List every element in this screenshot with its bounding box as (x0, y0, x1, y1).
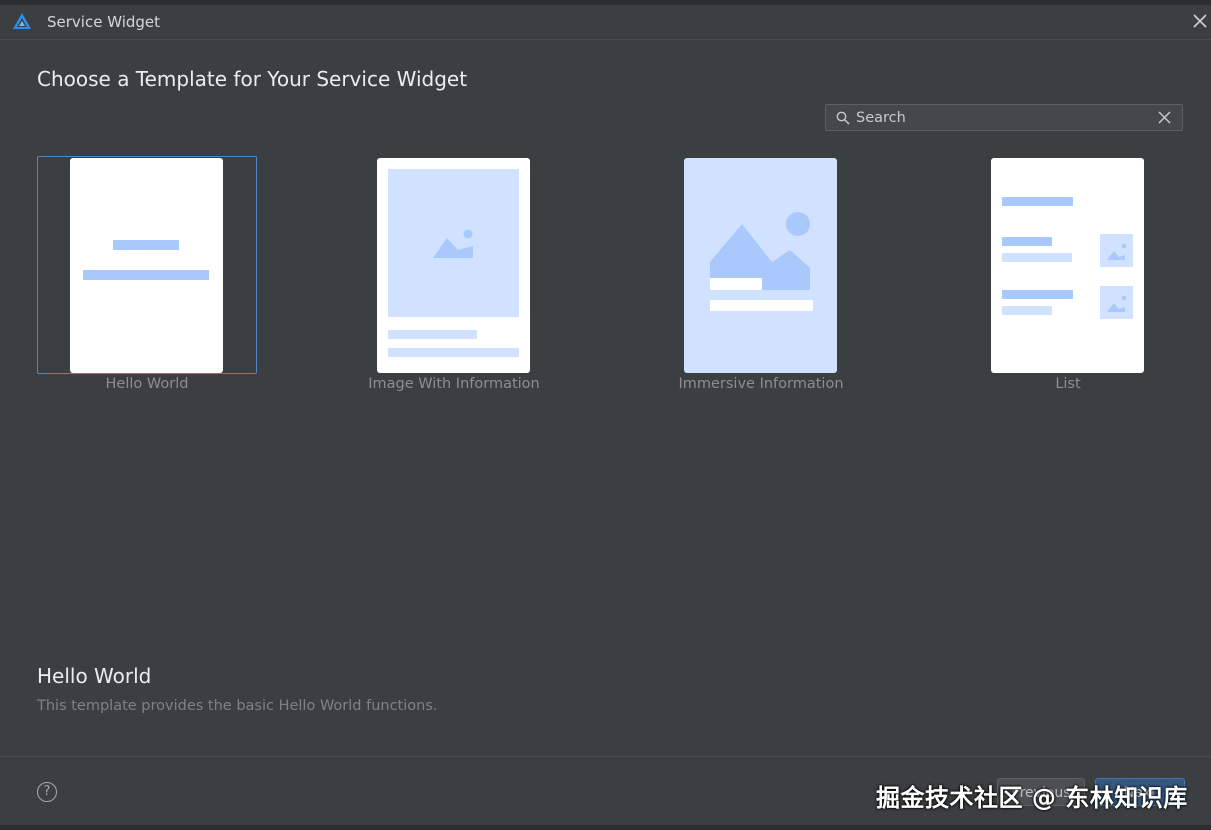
search-icon (836, 111, 850, 125)
search-input[interactable] (856, 108, 1146, 127)
clear-search-icon[interactable] (1158, 111, 1171, 124)
ide-bottom-strip (0, 825, 1211, 830)
dialog-title: Service Widget (47, 13, 161, 31)
search-box[interactable] (825, 104, 1183, 131)
template-label: Hello World (105, 376, 189, 392)
image-with-information-preview (377, 158, 530, 373)
close-icon[interactable] (1191, 12, 1209, 30)
deveco-logo-icon (13, 13, 31, 29)
template-list[interactable]: List (958, 156, 1178, 396)
hello-world-preview (70, 158, 223, 373)
template-label: List (1055, 376, 1081, 392)
list-preview (991, 158, 1144, 373)
dialog-titlebar: Service Widget (0, 5, 1211, 40)
page-heading: Choose a Template for Your Service Widge… (37, 67, 468, 91)
template-label: Image With Information (368, 376, 540, 392)
help-icon[interactable]: ? (37, 782, 57, 802)
template-image-with-information[interactable]: Image With Information (344, 156, 564, 396)
template-hello-world[interactable]: Hello World (37, 156, 257, 396)
template-description-text: This template provides the basic Hello W… (37, 698, 438, 714)
template-label: Immersive Information (678, 376, 844, 392)
immersive-information-preview (684, 158, 837, 373)
template-description-title: Hello World (37, 664, 152, 688)
watermark-text: 掘金技术社区 @ 东林知识库 (876, 784, 1188, 812)
template-immersive-information[interactable]: Immersive Information (651, 156, 871, 396)
